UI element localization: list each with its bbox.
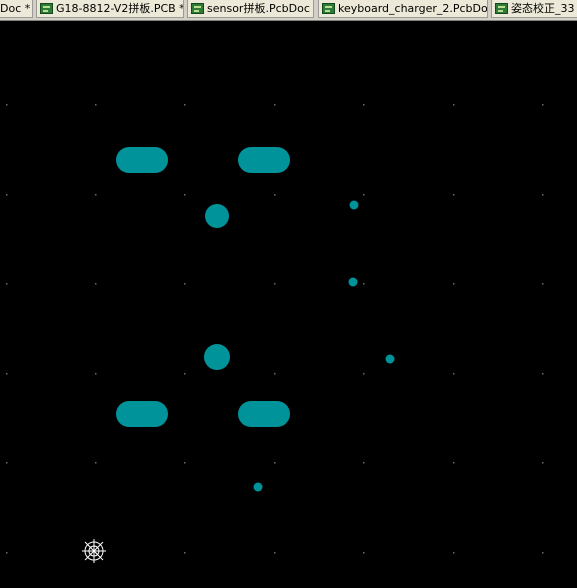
grid-dot — [95, 194, 97, 196]
grid-dot — [274, 552, 276, 554]
grid-dot — [6, 373, 8, 375]
via[interactable] — [253, 482, 263, 492]
grid-dot — [184, 283, 186, 285]
tab-document-3[interactable]: keyboard_charger_2.PcbDoc — [318, 0, 488, 18]
grid-dot — [6, 462, 8, 464]
grid-dot — [274, 462, 276, 464]
tab-document-1[interactable]: G18-8812-V2拼板.PCB * — [36, 0, 184, 18]
tab-label: Doc * — [0, 1, 31, 15]
grid-dot — [184, 462, 186, 464]
grid-dot — [542, 194, 544, 196]
grid-dot — [6, 194, 8, 196]
tab-label: keyboard_charger_2.PcbDoc — [338, 1, 488, 15]
grid-dot — [184, 373, 186, 375]
oblong-pad[interactable] — [116, 401, 168, 427]
grid-dot — [363, 194, 365, 196]
grid-dot — [274, 373, 276, 375]
grid-dot — [542, 462, 544, 464]
grid-dot — [95, 104, 97, 106]
grid-dot — [6, 104, 8, 106]
tab-document-2[interactable]: sensor拼板.PcbDoc — [187, 0, 314, 18]
grid-dot — [363, 373, 365, 375]
pcb-doc-icon — [495, 3, 508, 14]
grid-dot — [453, 104, 455, 106]
grid-dot — [274, 104, 276, 106]
oblong-pad[interactable] — [116, 147, 168, 173]
tab-document-4[interactable]: 姿态校正_33 — [491, 0, 577, 18]
tab-label: sensor拼板.PcbDoc — [207, 1, 310, 15]
tab-label: G18-8812-V2拼板.PCB * — [56, 1, 184, 15]
document-tab-bar: Doc * G18-8812-V2拼板.PCB * sensor拼板.PcbDo… — [0, 0, 577, 21]
grid-dot — [363, 552, 365, 554]
grid-dot — [542, 373, 544, 375]
grid-dot — [95, 373, 97, 375]
grid-dot — [95, 283, 97, 285]
pcb-doc-icon — [322, 3, 335, 14]
grid-dot — [363, 283, 365, 285]
grid-dot — [6, 283, 8, 285]
tab-label: 姿态校正_33 — [511, 1, 575, 15]
pcb-canvas[interactable] — [0, 21, 577, 584]
grid-dot — [184, 104, 186, 106]
tab-document-0[interactable]: Doc * — [0, 0, 33, 18]
grid-dot — [453, 194, 455, 196]
pcb-drawing[interactable] — [0, 21, 577, 584]
via[interactable] — [385, 354, 395, 364]
grid-dot — [453, 462, 455, 464]
grid-dot — [542, 104, 544, 106]
grid-dot — [542, 283, 544, 285]
grid-dot — [184, 552, 186, 554]
round-pad[interactable] — [204, 344, 230, 370]
grid-dot — [453, 283, 455, 285]
grid-dot — [6, 552, 8, 554]
grid-dot — [274, 283, 276, 285]
grid-dot — [184, 194, 186, 196]
grid-dot — [363, 104, 365, 106]
grid-dot — [542, 552, 544, 554]
pcb-doc-icon — [40, 3, 53, 14]
oblong-pad[interactable] — [238, 147, 290, 173]
via[interactable] — [348, 277, 358, 287]
grid-dot — [363, 462, 365, 464]
origin-marker-icon — [82, 539, 106, 563]
grid-dot — [274, 194, 276, 196]
grid-dot — [95, 462, 97, 464]
grid-dot — [453, 373, 455, 375]
oblong-pad[interactable] — [238, 401, 290, 427]
pcb-doc-icon — [191, 3, 204, 14]
round-pad[interactable] — [205, 204, 229, 228]
grid-dot — [453, 552, 455, 554]
via[interactable] — [349, 200, 359, 210]
